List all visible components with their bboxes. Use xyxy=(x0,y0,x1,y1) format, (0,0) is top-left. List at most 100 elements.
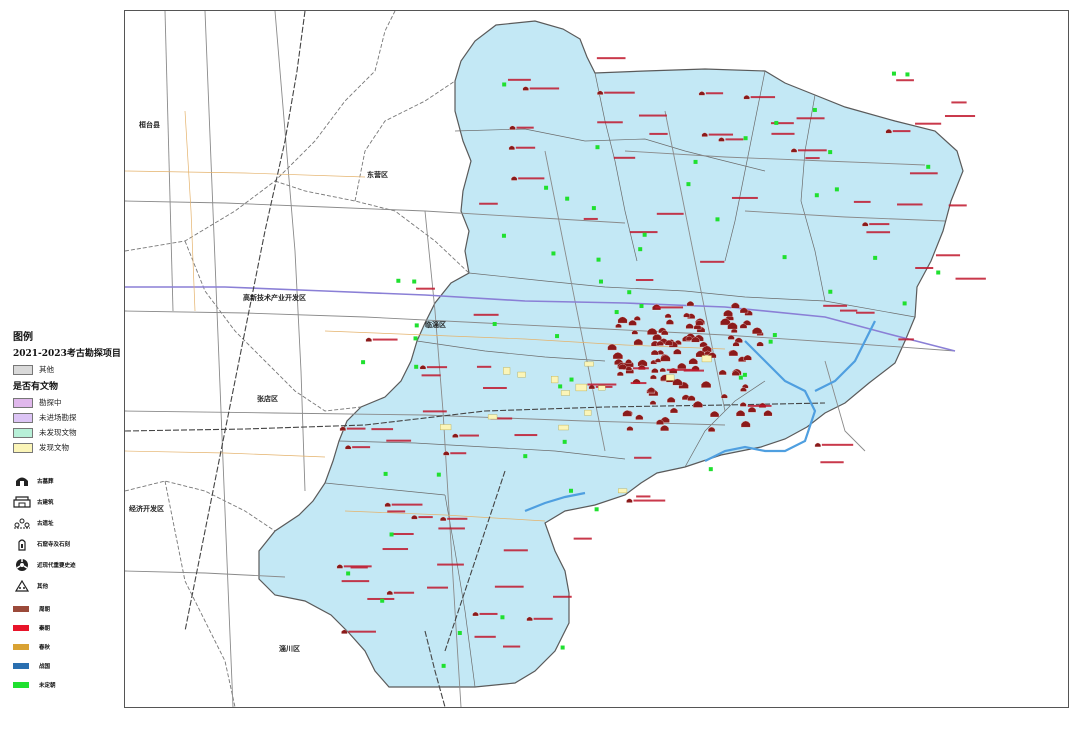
site-label-mark xyxy=(725,138,744,141)
grotto-stone-carving-icon xyxy=(13,537,31,551)
site-label-mark xyxy=(437,563,464,566)
undetermined-period-marker xyxy=(627,290,632,295)
undetermined-period-marker xyxy=(595,145,600,150)
site-label-mark xyxy=(583,217,598,220)
legend-label: 勘探中 xyxy=(39,398,62,407)
project-area xyxy=(503,367,511,375)
site-label-mark xyxy=(533,617,553,620)
undetermined-period-marker xyxy=(596,257,601,262)
undetermined-period-marker xyxy=(558,384,563,389)
legend-item-grotto: 石窟寺及石刻 xyxy=(13,534,148,553)
undetermined-period-marker xyxy=(565,196,570,201)
tomb-marker[interactable] xyxy=(814,442,821,448)
project-area xyxy=(584,361,594,367)
undetermined-period-marker xyxy=(782,255,787,260)
undetermined-period-marker xyxy=(436,472,441,477)
site-label-mark xyxy=(747,404,772,407)
place-label: 桓台县 xyxy=(139,120,160,129)
site-label-mark xyxy=(573,537,592,540)
legend-label: 古墓葬 xyxy=(37,478,54,485)
undetermined-period-marker xyxy=(774,120,779,125)
site-label-mark xyxy=(346,427,366,430)
undetermined-period-marker xyxy=(389,532,394,537)
site-label-mark xyxy=(459,434,479,437)
site-label-mark xyxy=(805,157,820,160)
project-area xyxy=(517,371,526,378)
legend-label: 战国 xyxy=(39,663,51,670)
legend-item-not-started: 未进场勘探 xyxy=(13,410,148,425)
legend-label: 未定朝 xyxy=(39,682,56,689)
undetermined-period-marker xyxy=(380,598,385,603)
map-frame: 桓台县 高新技术产业开发区 张店区 经济开发区 临淄区 东营区 淄川区 xyxy=(124,10,1069,708)
site-label-mark xyxy=(944,115,976,118)
site-label-mark xyxy=(371,428,394,431)
site-label-mark xyxy=(421,374,441,377)
ancient-building-icon xyxy=(13,495,31,509)
site-label-mark xyxy=(352,446,371,449)
undetermined-period-marker xyxy=(396,278,401,283)
undetermined-period-marker xyxy=(346,571,351,576)
legend-item-ancient-building: 古建筑 xyxy=(13,492,148,511)
legend-item-ancient-site: 古遗址 xyxy=(13,513,148,532)
legend-label: 其他 xyxy=(37,583,49,590)
undetermined-period-marker xyxy=(772,333,777,338)
site-label-mark xyxy=(656,212,684,215)
site-label-mark xyxy=(416,287,435,290)
map-legend: 图例 2021-2023考古勘探项目 其他 是否有文物 勘探中 未进场勘探 未发… xyxy=(13,328,148,694)
undetermined-period-marker xyxy=(891,71,896,76)
swatch-period xyxy=(13,662,29,669)
legend-label: 近现代重要史迹 xyxy=(37,562,76,569)
legend-period-undetermined: 未定朝 xyxy=(13,675,148,694)
site-label-mark xyxy=(392,532,414,535)
site-label-mark xyxy=(553,595,572,598)
undetermined-period-marker xyxy=(414,323,419,328)
site-label-mark xyxy=(483,386,507,389)
undetermined-period-marker xyxy=(569,377,574,382)
tomb-marker[interactable] xyxy=(365,337,372,342)
site-label-mark xyxy=(771,132,795,135)
project-area xyxy=(618,488,628,494)
tomb-icon xyxy=(13,474,31,488)
site-label-mark xyxy=(474,635,496,638)
undetermined-period-marker xyxy=(413,336,418,341)
undetermined-period-marker xyxy=(544,185,549,190)
site-label-mark xyxy=(839,309,858,312)
project-area xyxy=(560,390,570,396)
undetermined-period-marker xyxy=(834,187,839,192)
site-label-mark xyxy=(372,338,398,341)
site-label-mark xyxy=(666,368,698,371)
tomb-marker[interactable] xyxy=(626,498,633,503)
undetermined-period-marker xyxy=(715,217,720,222)
undetermined-period-marker xyxy=(686,182,691,187)
site-label-mark xyxy=(391,503,423,506)
site-label-mark xyxy=(450,452,467,455)
legend-period-chunqiu: 春秋 xyxy=(13,637,148,656)
archaeology-map[interactable]: 桓台县 高新技术产业开发区 张店区 经济开发区 临淄区 东营区 淄川区 xyxy=(125,11,1068,707)
site-label-mark xyxy=(909,172,938,175)
legend-label: 未发现文物 xyxy=(39,428,77,437)
undetermined-period-marker xyxy=(639,304,644,309)
site-label-mark xyxy=(897,203,923,206)
site-label-mark xyxy=(915,266,934,269)
legend-label: 秦朝 xyxy=(39,625,51,632)
site-label-mark xyxy=(935,254,961,257)
site-label-mark xyxy=(655,306,684,309)
site-label-mark xyxy=(427,586,449,589)
site-label-mark xyxy=(708,133,734,136)
site-label-mark xyxy=(479,612,498,615)
undetermined-period-marker xyxy=(383,471,388,476)
project-area xyxy=(598,385,606,391)
legend-label: 发现文物 xyxy=(39,443,69,452)
undetermined-period-marker xyxy=(812,107,817,112)
undetermined-period-marker xyxy=(569,488,574,493)
site-label-mark xyxy=(343,565,372,568)
site-label-mark xyxy=(796,117,825,120)
undetermined-period-marker xyxy=(501,233,506,238)
legend-item-surveying: 勘探中 xyxy=(13,395,148,410)
legend-item-modern-site: 近现代重要史迹 xyxy=(13,555,148,574)
site-label-mark xyxy=(634,456,652,459)
legend-item-tomb: 古墓葬 xyxy=(13,471,148,490)
site-label-mark xyxy=(635,278,654,281)
site-label-mark xyxy=(823,304,848,307)
site-label-mark xyxy=(514,434,538,437)
